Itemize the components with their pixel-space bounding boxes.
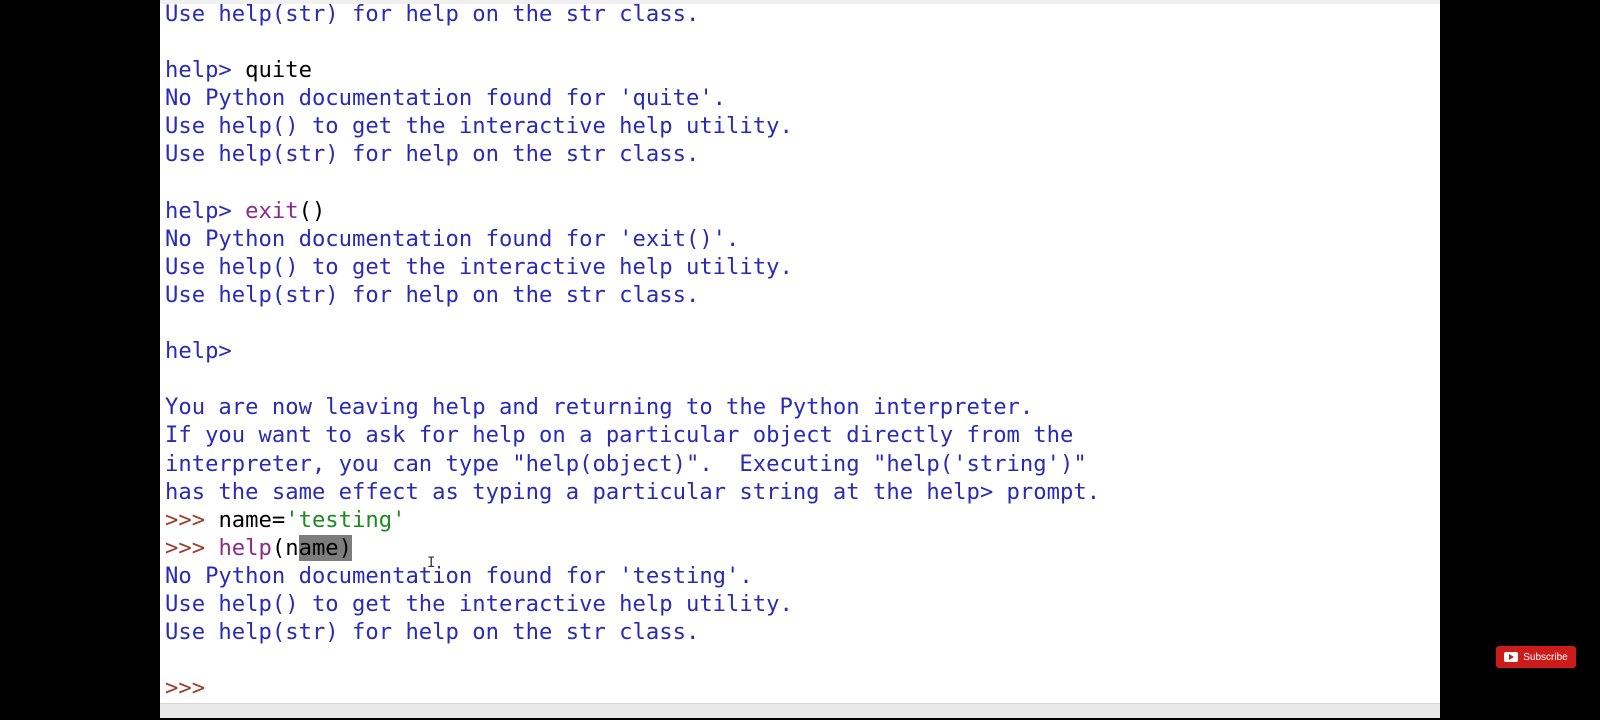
console-line: interpreter, you can type "help(object)"… <box>165 450 1425 478</box>
console-output-text: Use help() to get the interactive help u… <box>165 590 793 617</box>
youtube-play-icon <box>1504 652 1519 662</box>
console-input-text: name= <box>218 506 286 533</box>
console-output-text: You are now leaving help and returning t… <box>165 394 1034 421</box>
console-builtin: exit <box>245 197 299 224</box>
console-line: help> <box>165 337 1425 365</box>
console-output-text: No Python documentation found for 'exit(… <box>165 225 740 252</box>
console-prompt: >>> <box>165 506 219 533</box>
console-line: Use help(str) for help on the str class. <box>165 140 1425 168</box>
console-builtin: help <box>218 534 272 561</box>
console-line: No Python documentation found for 'exit(… <box>165 225 1425 253</box>
console-line: has the same effect as typing a particul… <box>165 478 1425 506</box>
console-line: No Python documentation found for 'testi… <box>165 562 1425 590</box>
console-line: Use help() to get the interactive help u… <box>165 112 1425 140</box>
console-output-text: Use help(str) for help on the str class. <box>165 619 700 646</box>
console-line: >>> <box>165 674 1425 702</box>
subscribe-button[interactable]: Subscribe <box>1496 646 1576 668</box>
console-output-text: Use help(str) for help on the str class. <box>165 1 700 27</box>
console-line: Use help() to get the interactive help u… <box>165 590 1425 618</box>
shell-console-output[interactable]: Use help(str) for help on the str class.… <box>165 0 1425 702</box>
console-selected-text: ame) <box>298 534 353 561</box>
console-line: Use help(str) for help on the str class. <box>165 0 1425 28</box>
console-line: >>> name='testing' <box>165 506 1425 534</box>
console-output-text: No Python documentation found for 'quite… <box>165 85 727 112</box>
console-input-text: (n <box>271 534 299 561</box>
console-output-text: has the same effect as typing a particul… <box>165 478 1101 505</box>
console-line: help> quite <box>165 56 1425 84</box>
console-prompt: >>> <box>165 534 219 561</box>
screen: Use help(str) for help on the str class.… <box>0 0 1600 720</box>
console-line: No Python documentation found for 'quite… <box>165 84 1425 112</box>
console-output-text: Use help(str) for help on the str class. <box>165 141 700 168</box>
console-line: You are now leaving help and returning t… <box>165 393 1425 421</box>
console-output-text: If you want to ask for help on a particu… <box>165 422 1074 449</box>
console-output-text: Use help() to get the interactive help u… <box>165 113 793 140</box>
subscribe-label: Subscribe <box>1523 651 1568 663</box>
console-line: If you want to ask for help on a particu… <box>165 421 1425 449</box>
console-output-text: Use help() to get the interactive help u… <box>165 253 793 280</box>
console-input-text: () <box>298 197 326 224</box>
console-line: Use help(str) for help on the str class. <box>165 618 1425 646</box>
console-output-text: help> <box>165 338 232 365</box>
console-prompt: >>> <box>165 675 206 702</box>
console-output-text: help> <box>165 57 246 84</box>
console-output-text: help> <box>165 197 246 224</box>
console-line: Use help() to get the interactive help u… <box>165 253 1425 281</box>
console-line: help> exit() <box>165 197 1425 225</box>
python-shell-window[interactable]: Use help(str) for help on the str class.… <box>160 0 1440 718</box>
console-output-text: Use help(str) for help on the str class. <box>165 281 700 308</box>
text-cursor-icon: I <box>427 555 436 571</box>
console-input-text: quite <box>245 57 312 84</box>
console-line: Use help(str) for help on the str class. <box>165 281 1425 309</box>
console-output-text: No Python documentation found for 'testi… <box>165 562 753 589</box>
console-output-text: interpreter, you can type "help(object)"… <box>165 450 1087 477</box>
console-string-literal: 'testing' <box>285 506 406 533</box>
console-line: >>> help(name) <box>165 534 1425 562</box>
horizontal-scrollbar[interactable] <box>160 703 1440 718</box>
